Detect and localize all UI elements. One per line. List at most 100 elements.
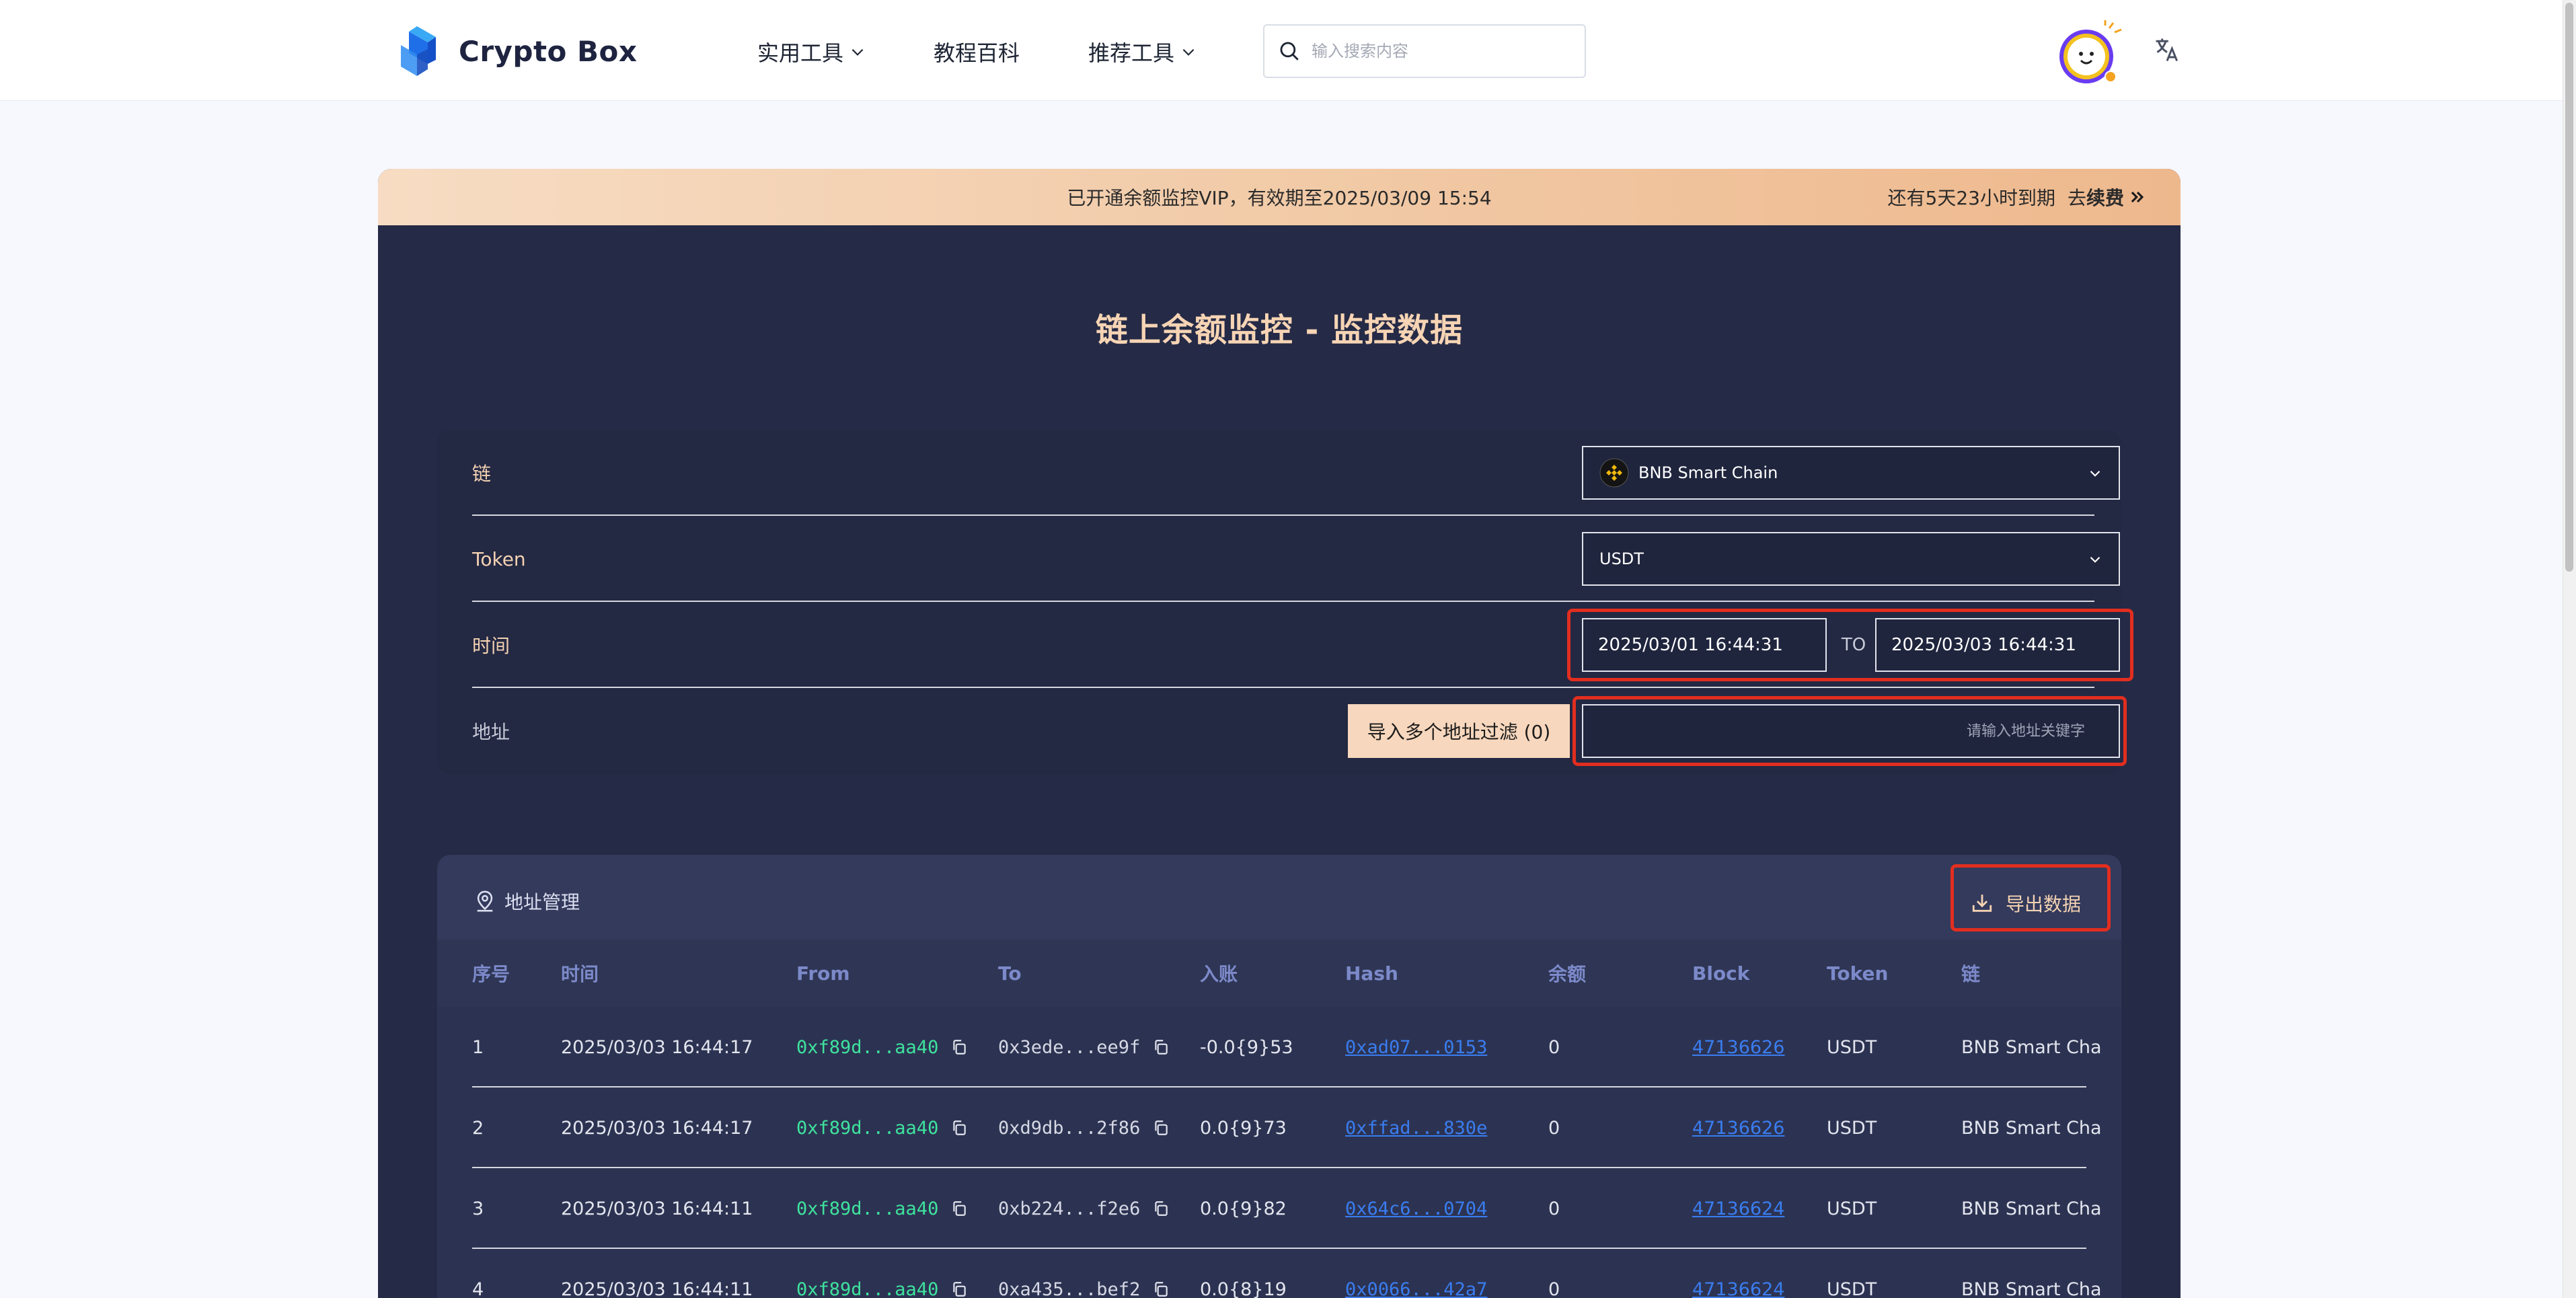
copy-icon[interactable] [950, 1281, 968, 1298]
from-address[interactable]: 0xf89d...aa40 [796, 1037, 938, 1058]
page-scrollbar-thumb[interactable] [2565, 3, 2573, 572]
row-from: 0xf89d...aa40 [796, 1168, 968, 1249]
block-link[interactable]: 47136626 [1692, 1118, 1784, 1139]
copy-icon[interactable] [1152, 1038, 1170, 1056]
row-to: 0xd9db...2f86 [998, 1087, 1170, 1168]
search-box[interactable] [1263, 24, 1586, 78]
renew-link[interactable]: 去 续费 [2068, 184, 2147, 211]
page-title: 链上余额监控 - 监控数据 [1095, 311, 1464, 349]
row-number: 4 [472, 1278, 484, 1298]
user-avatar-icon[interactable] [2057, 19, 2124, 86]
to-address[interactable]: 0xd9db...2f86 [998, 1118, 1140, 1139]
search-input[interactable] [1312, 42, 1567, 61]
copy-icon[interactable] [1152, 1281, 1170, 1298]
token-select[interactable]: USDT [1582, 532, 2120, 586]
block-link[interactable]: 47136624 [1692, 1279, 1784, 1298]
block-link[interactable]: 47136626 [1692, 1037, 1784, 1058]
from-address[interactable]: 0xf89d...aa40 [796, 1279, 938, 1298]
chain-filter-row: 链 BNB Smart Chain [472, 430, 2120, 516]
time-label: 时间 [472, 635, 510, 657]
monitor-panel: 已开通余额监控VIP，有效期至2025/03/09 15:54 还有5天23小时… [378, 169, 2181, 1298]
import-addresses-button[interactable]: 导入多个地址过滤 (0) [1348, 704, 1570, 758]
row-chain: BNB Smart Chai [1961, 1198, 2103, 1219]
copy-icon[interactable] [950, 1119, 968, 1137]
address-management-button[interactable]: 地址管理 [473, 884, 580, 918]
brand-logo[interactable]: Crypto Box [397, 24, 639, 78]
row-balance: 0 [1548, 1117, 1560, 1139]
renew-prefix: 去 [2067, 187, 2086, 209]
row-from: 0xf89d...aa40 [796, 1007, 968, 1087]
nav-recommended[interactable]: 推荐工具 [1088, 35, 1197, 69]
copy-icon[interactable] [950, 1200, 968, 1217]
table-row: 1 2025/03/03 16:44:17 0xf89d...aa40 0x3e… [472, 1007, 2103, 1087]
to-address[interactable]: 0xa435...bef2 [998, 1279, 1140, 1298]
to-address[interactable]: 0xb224...f2e6 [998, 1198, 1140, 1219]
chain-select-value: BNB Smart Chain [1638, 463, 1778, 482]
row-chain: BNB Smart Chai [1961, 1278, 2103, 1298]
renew-label: 续费 [2086, 187, 2124, 209]
download-icon [1972, 894, 1992, 912]
chevron-down-icon [851, 48, 864, 56]
chain-label: 链 [472, 463, 492, 485]
vip-banner: 已开通余额监控VIP，有效期至2025/03/09 15:54 还有5天23小时… [378, 169, 2181, 225]
token-select-value: USDT [1599, 549, 1644, 568]
from-address[interactable]: 0xf89d...aa40 [796, 1198, 938, 1219]
from-address[interactable]: 0xf89d...aa40 [796, 1118, 938, 1139]
hash-link[interactable]: 0xffad...830e [1345, 1118, 1487, 1139]
export-data-button[interactable]: 导出数据 [1971, 888, 2081, 918]
address-keyword-input[interactable] [1582, 704, 2120, 758]
column-header-time: 时间 [561, 963, 599, 985]
nav-tools[interactable]: 实用工具 [757, 35, 866, 69]
row-balance: 0 [1548, 1036, 1560, 1058]
nav-tools-label: 实用工具 [757, 40, 844, 66]
hash-link[interactable]: 0x64c6...0704 [1345, 1198, 1487, 1219]
table-row: 3 2025/03/03 16:44:11 0xf89d...aa40 0xb2… [472, 1168, 2103, 1249]
row-time: 2025/03/03 16:44:17 [561, 1036, 753, 1058]
address-label: 地址 [472, 721, 510, 743]
copy-icon[interactable] [1152, 1200, 1170, 1217]
search-icon [1280, 42, 1299, 61]
start-date-value: 2025/03/01 16:44:31 [1598, 635, 1783, 655]
column-header-from: From [796, 962, 850, 985]
hash-link[interactable]: 0x0066...42a7 [1345, 1279, 1487, 1298]
column-header-hash: Hash [1345, 962, 1398, 985]
row-chain: BNB Smart Chai [1961, 1117, 2103, 1139]
column-header-chain: 链 [1961, 963, 1981, 985]
translate-icon[interactable] [2152, 35, 2182, 65]
chevron-down-icon [1182, 48, 1195, 56]
column-header-block: Block [1692, 962, 1750, 985]
double-chevron-right-icon [2131, 191, 2144, 203]
end-date-input[interactable]: 2025/03/03 16:44:31 [1875, 618, 2120, 672]
row-amount: 0.0{9}73 [1200, 1117, 1287, 1139]
location-pin-icon [477, 890, 493, 912]
row-token: USDT [1827, 1278, 1877, 1298]
token-label: Token [472, 547, 526, 570]
column-header-balance: 余额 [1548, 963, 1587, 985]
token-filter-row: Token USDT [472, 516, 2120, 602]
row-number: 1 [472, 1036, 484, 1058]
copy-icon[interactable] [950, 1038, 968, 1056]
crypto-box-logo-icon [401, 26, 436, 76]
vip-remaining-text: 还有5天23小时到期 [1887, 187, 2055, 209]
row-number: 2 [472, 1117, 484, 1139]
row-amount: 0.0{8}19 [1200, 1278, 1287, 1298]
start-date-input[interactable]: 2025/03/01 16:44:31 [1582, 618, 1827, 672]
column-header-to: To [998, 962, 1022, 985]
column-header-token: Token [1827, 962, 1889, 985]
row-to: 0xb224...f2e6 [998, 1168, 1170, 1249]
chevron-down-icon [2090, 470, 2100, 477]
column-header-no: 序号 [472, 963, 510, 985]
row-time: 2025/03/03 16:44:11 [561, 1198, 753, 1219]
copy-icon[interactable] [1152, 1119, 1170, 1137]
nav-tutorials[interactable]: 教程百科 [934, 35, 1020, 69]
hash-link[interactable]: 0xad07...0153 [1345, 1037, 1487, 1058]
column-header-amount: 入账 [1200, 963, 1238, 985]
chain-select[interactable]: BNB Smart Chain [1582, 446, 2120, 500]
row-chain: BNB Smart Chai [1961, 1036, 2103, 1058]
end-date-value: 2025/03/03 16:44:31 [1891, 635, 2076, 655]
row-time: 2025/03/03 16:44:17 [561, 1117, 753, 1139]
block-link[interactable]: 47136624 [1692, 1198, 1784, 1219]
filter-card: 链 BNB Smart Chain Token USDT 时间 2025/03/… [437, 430, 2133, 774]
row-amount: 0.0{9}82 [1200, 1198, 1287, 1219]
to-address[interactable]: 0x3ede...ee9f [998, 1037, 1140, 1058]
